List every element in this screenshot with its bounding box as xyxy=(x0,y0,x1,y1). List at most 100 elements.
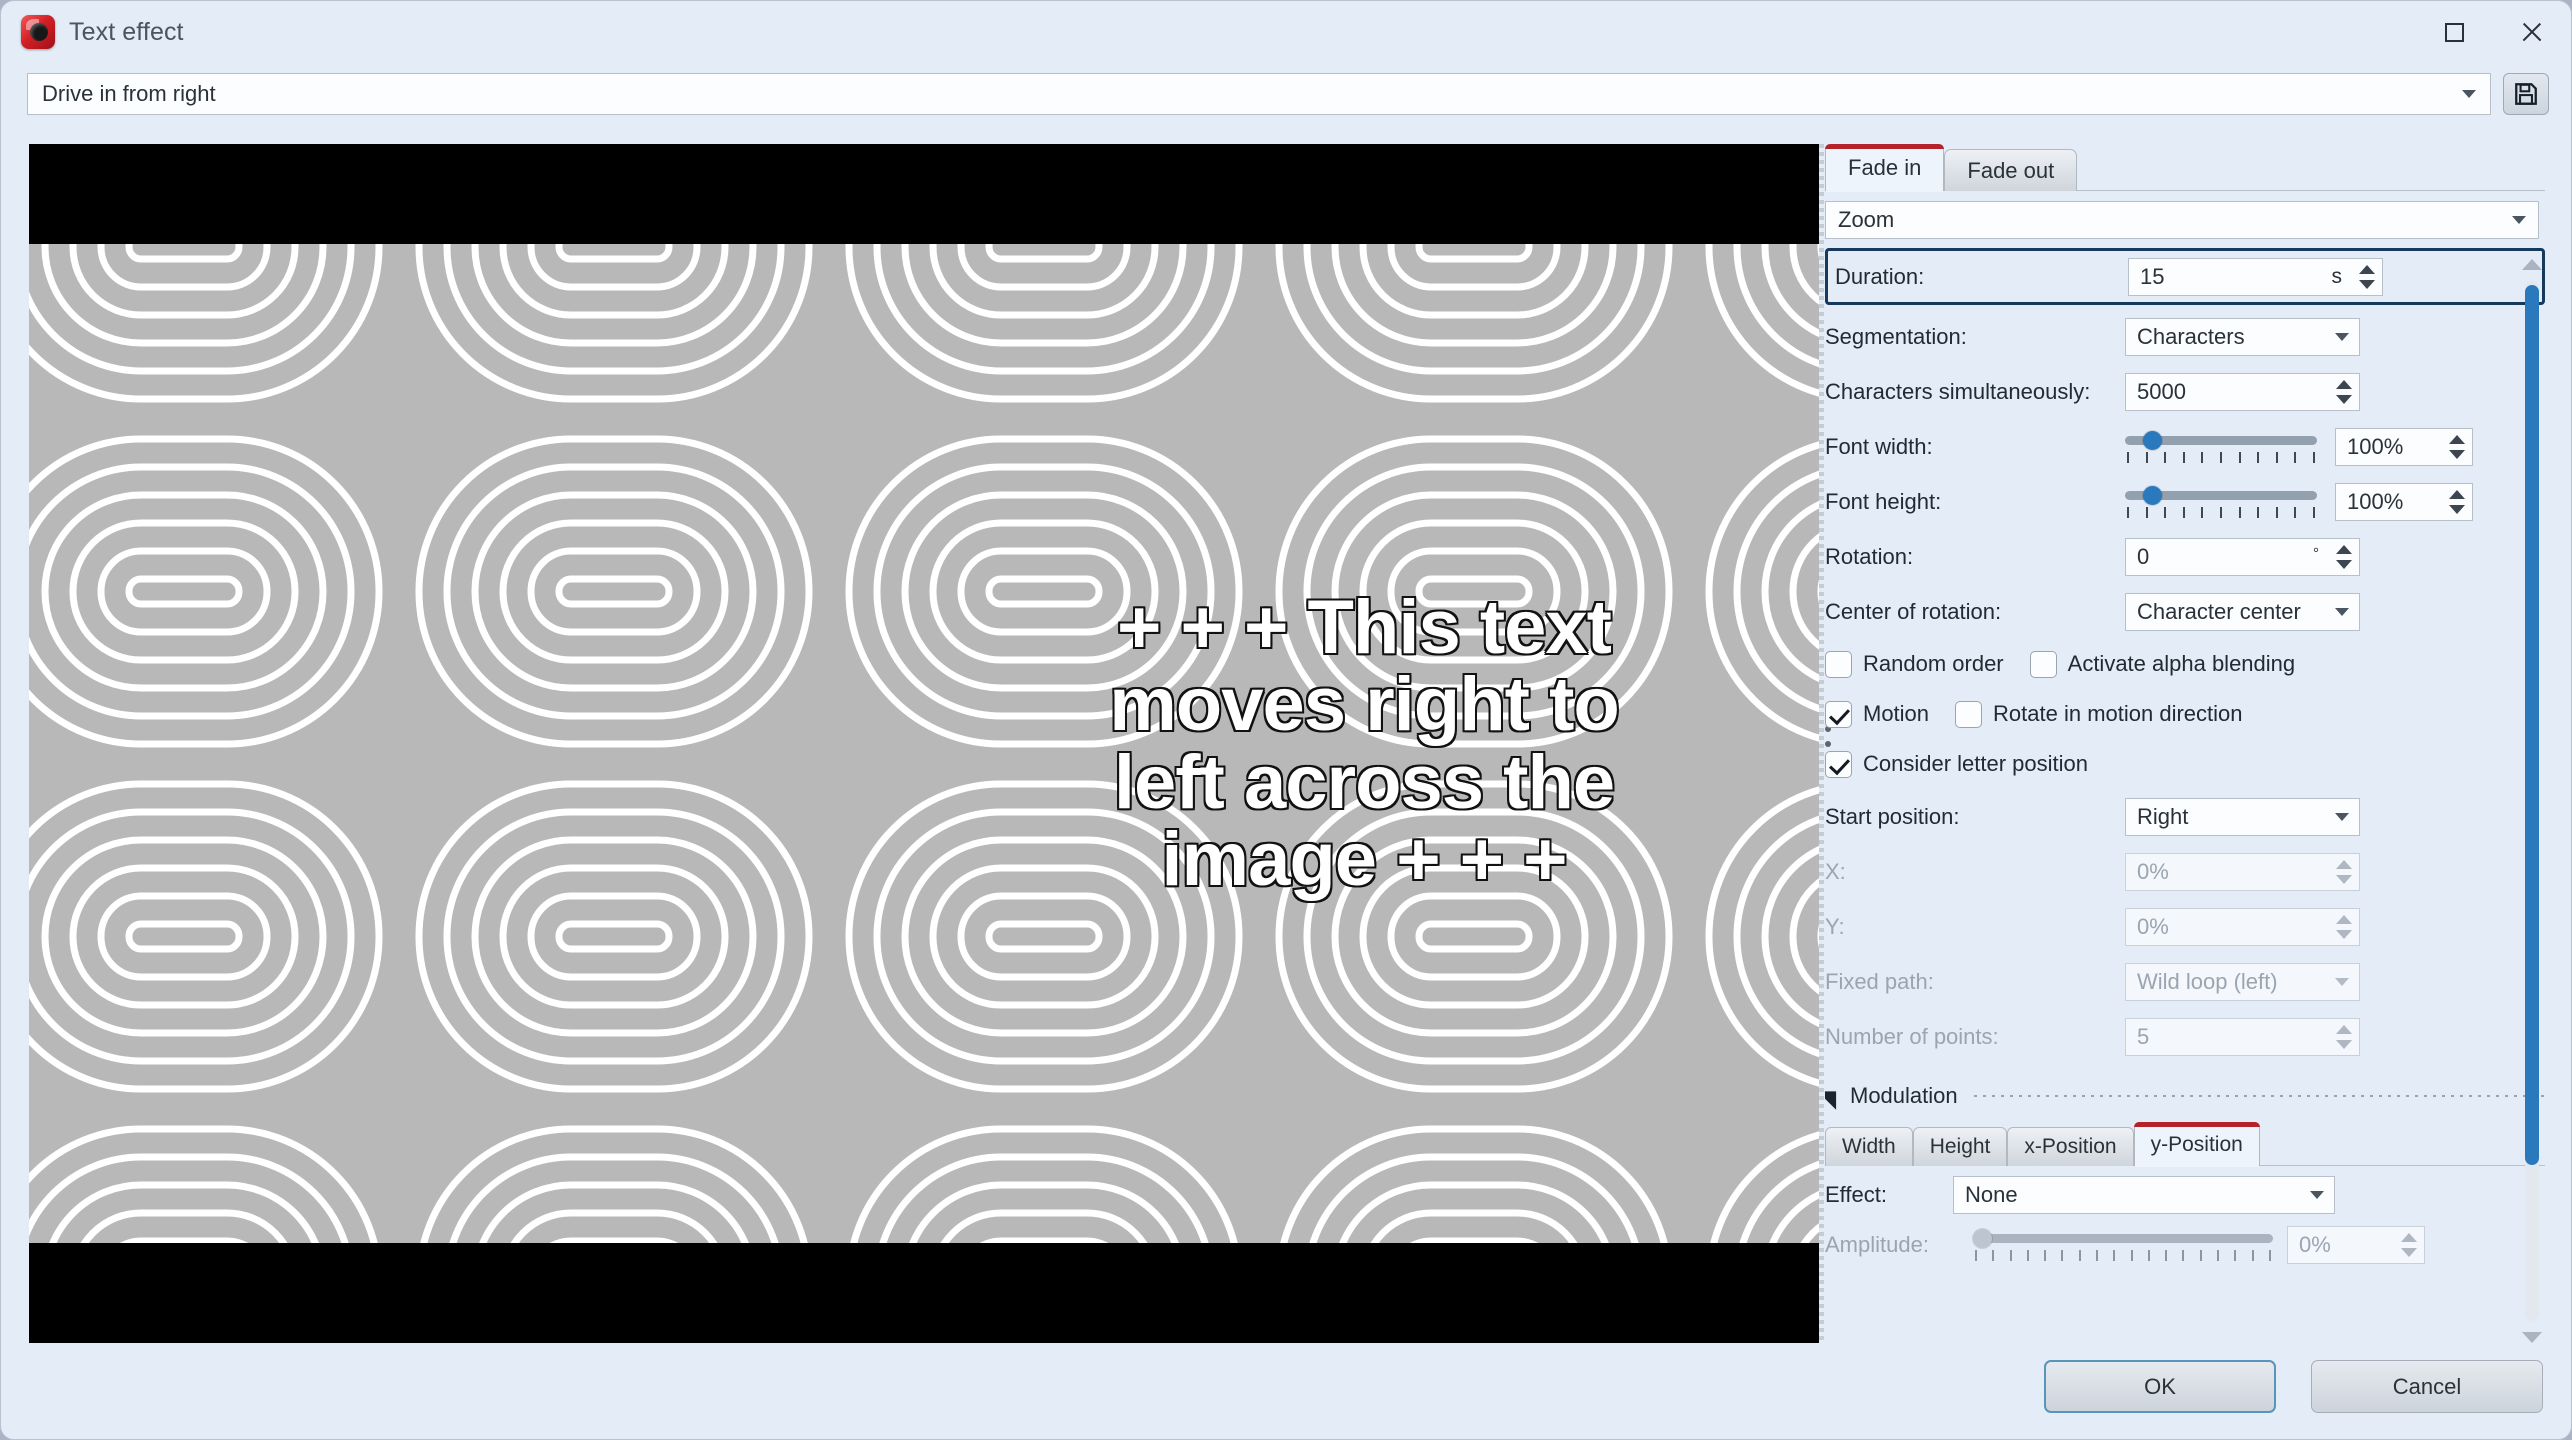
floppy-disk-icon xyxy=(2515,83,2537,105)
font-height-value: 100% xyxy=(2347,489,2404,514)
font-height-stepper[interactable] xyxy=(2446,490,2472,514)
modulation-effect-dropdown[interactable]: None xyxy=(1953,1176,2335,1214)
effect-type-value: Zoom xyxy=(1838,207,1895,232)
font-width-label: Font width: xyxy=(1825,434,1933,459)
rotation-unit: ° xyxy=(2313,545,2319,562)
tab-fade-in-label: Fade in xyxy=(1848,155,1922,180)
characters-simultaneously-value: 5000 xyxy=(2137,379,2186,404)
preview-canvas[interactable]: + + + This text moves right to left acro… xyxy=(29,144,1819,1343)
number-of-points-input[interactable]: 5 xyxy=(2125,1018,2360,1056)
slider-thumb[interactable] xyxy=(2143,486,2162,505)
x-stepper[interactable] xyxy=(2333,860,2359,884)
font-width-slider[interactable] xyxy=(2125,427,2317,467)
x-input[interactable]: 0% xyxy=(2125,853,2360,891)
center-of-rotation-row: Center of rotation: Character center xyxy=(1825,589,2545,635)
y-stepper[interactable] xyxy=(2333,915,2359,939)
tab-fade-out[interactable]: Fade out xyxy=(1944,149,2078,191)
slider-thumb[interactable] xyxy=(2143,431,2162,450)
center-of-rotation-dropdown[interactable]: Character center xyxy=(2125,593,2360,631)
chevron-down-icon xyxy=(2335,813,2349,821)
checkbox-box xyxy=(1825,650,1852,678)
text-effect-dialog: Text effect Drive in from right + + + Th… xyxy=(0,0,2572,1440)
tab-fade-in[interactable]: Fade in xyxy=(1825,144,1945,192)
checkbox-box-checked xyxy=(1825,750,1852,778)
motion-checkbox[interactable]: Motion xyxy=(1825,700,1929,728)
y-label: Y: xyxy=(1825,914,1845,939)
scroll-down-arrow-icon[interactable] xyxy=(2522,1332,2542,1343)
chevron-down-icon xyxy=(2335,333,2349,341)
ok-button-label: OK xyxy=(2144,1373,2176,1399)
start-position-dropdown[interactable]: Right xyxy=(2125,798,2360,836)
modulation-amplitude-stepper[interactable] xyxy=(2398,1233,2424,1257)
scroll-up-arrow-icon[interactable] xyxy=(2522,259,2542,270)
modulation-tabs: Width Height x-Position y-Position xyxy=(1825,1122,2545,1167)
preset-dropdown[interactable]: Drive in from right xyxy=(27,73,2491,115)
scrollbar-thumb[interactable] xyxy=(2525,285,2539,1165)
number-of-points-value: 5 xyxy=(2137,1024,2150,1049)
modulation-effect-row: Effect: None xyxy=(1825,1172,2545,1218)
consider-letter-position-checkbox[interactable]: Consider letter position xyxy=(1825,750,2088,778)
characters-simultaneously-stepper[interactable] xyxy=(2333,380,2359,404)
rotation-row: Rotation: 0 ° xyxy=(1825,534,2545,580)
number-of-points-row: Number of points: 5 xyxy=(1825,1014,2545,1060)
stepper-down-icon xyxy=(2336,395,2352,404)
rotate-in-motion-checkbox[interactable]: Rotate in motion direction xyxy=(1955,700,2243,728)
modulation-amplitude-slider[interactable] xyxy=(1973,1225,2273,1265)
segmentation-dropdown[interactable]: Characters xyxy=(2125,318,2360,356)
modulation-amplitude-value: 0% xyxy=(2299,1232,2331,1257)
dialog-footer: OK Cancel xyxy=(1,1343,2571,1439)
modulation-header[interactable]: Modulation xyxy=(1825,1074,2545,1118)
x-value: 0% xyxy=(2137,859,2169,884)
checkbox-box xyxy=(2029,650,2057,678)
modulation-divider xyxy=(1973,1095,2545,1097)
font-height-row: Font height: 100% xyxy=(1825,479,2545,525)
segmentation-label: Segmentation: xyxy=(1825,324,1967,349)
font-height-input[interactable]: 100% xyxy=(2335,483,2473,521)
modulation-tab-height[interactable]: Height xyxy=(1912,1127,2008,1166)
effect-type-dropdown[interactable]: Zoom xyxy=(1825,201,2539,239)
duration-input[interactable]: 15 s xyxy=(2128,257,2383,296)
app-icon xyxy=(21,15,55,49)
rotation-stepper[interactable] xyxy=(2333,545,2359,569)
maximize-icon xyxy=(2444,22,2464,42)
duration-row: Duration: 15 s xyxy=(1825,248,2545,305)
stepper-down-icon xyxy=(2449,450,2465,459)
close-button[interactable] xyxy=(2493,1,2571,63)
slider-ticks xyxy=(2127,507,2315,520)
random-order-label: Random order xyxy=(1863,651,2004,676)
tab-fade-out-label: Fade out xyxy=(1967,157,2055,183)
fixed-path-row: Fixed path: Wild loop (left) xyxy=(1825,959,2545,1005)
collapse-triangle-icon xyxy=(1825,1082,1846,1110)
modulation-tab-width[interactable]: Width xyxy=(1825,1127,1913,1166)
window-controls xyxy=(2415,1,2571,63)
y-input[interactable]: 0% xyxy=(2125,908,2360,946)
ok-button[interactable]: OK xyxy=(2044,1360,2276,1413)
chevron-down-icon xyxy=(2335,978,2349,986)
random-order-checkbox[interactable]: Random order xyxy=(1825,650,2004,678)
stepper-down-icon xyxy=(2401,1248,2417,1257)
slider-thumb[interactable] xyxy=(1973,1229,1992,1248)
modulation-tab-y-position[interactable]: y-Position xyxy=(2133,1122,2261,1167)
cancel-button[interactable]: Cancel xyxy=(2311,1360,2543,1413)
stepper-down-icon xyxy=(2449,505,2465,514)
alpha-blending-checkbox[interactable]: Activate alpha blending xyxy=(2029,650,2295,678)
characters-simultaneously-input[interactable]: 5000 xyxy=(2125,373,2360,411)
font-width-stepper[interactable] xyxy=(2446,435,2472,459)
number-of-points-stepper[interactable] xyxy=(2333,1025,2359,1049)
modulation-amplitude-input[interactable]: 0% xyxy=(2287,1226,2425,1264)
font-height-slider[interactable] xyxy=(2125,482,2317,522)
checkbox-row-2: Motion Rotate in motion direction xyxy=(1825,693,2545,735)
duration-stepper[interactable] xyxy=(2356,264,2382,289)
save-preset-button[interactable] xyxy=(2503,73,2549,115)
rotation-input[interactable]: 0 ° xyxy=(2125,538,2360,576)
x-label: X: xyxy=(1825,859,1846,884)
maximize-button[interactable] xyxy=(2415,1,2493,63)
fixed-path-dropdown[interactable]: Wild loop (left) xyxy=(2125,963,2360,1001)
letterbox-bottom xyxy=(29,1243,1819,1343)
font-width-input[interactable]: 100% xyxy=(2335,428,2473,466)
modulation-tab-x-position-label: x-Position xyxy=(2024,1135,2117,1158)
modulation-tab-x-position[interactable]: x-Position xyxy=(2007,1127,2134,1166)
rotation-label: Rotation: xyxy=(1825,544,1914,569)
panel-scrollbar[interactable] xyxy=(2519,259,2545,1343)
stepper-up-icon xyxy=(2336,860,2352,869)
